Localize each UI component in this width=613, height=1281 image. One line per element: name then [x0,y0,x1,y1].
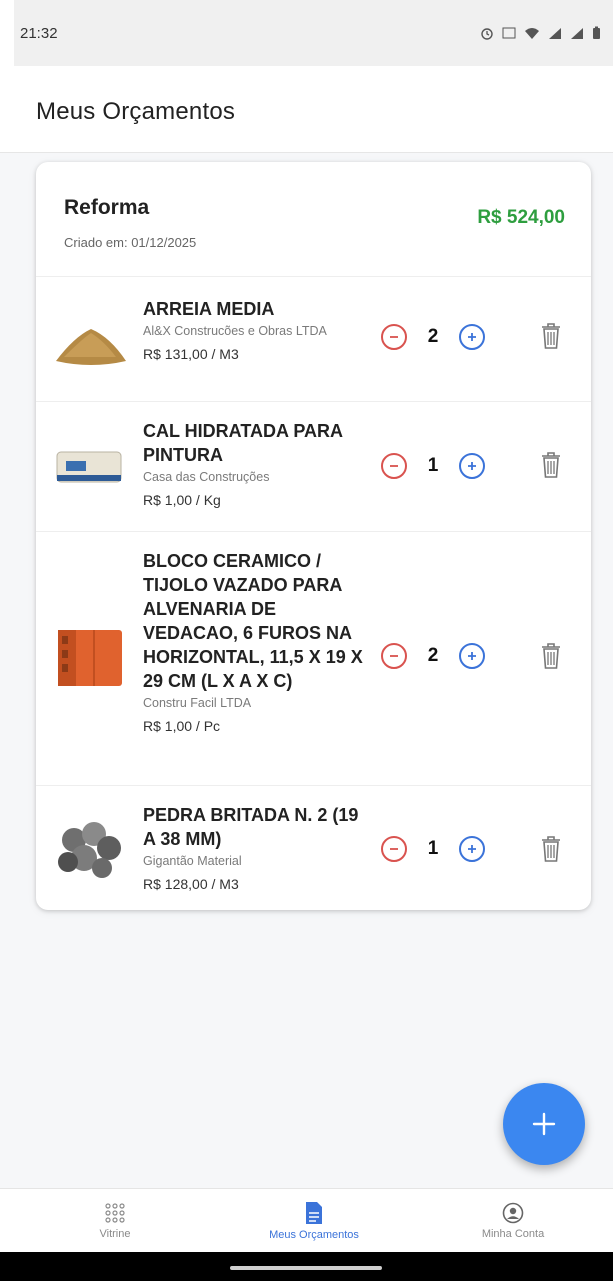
item-price: R$ 128,00 / M3 [143,876,239,892]
item-info: ARREIA MEDIA Al&X Construcões e Obras LT… [143,297,368,364]
quantity-stepper: 2 [381,643,485,669]
lime-bag-image [56,451,122,483]
item-info: CAL HIDRATADA PARA PINTURA Casa das Cons… [143,419,368,510]
nav-label-minha-conta: Minha Conta [481,1228,545,1240]
budget-created-date: Criado em: 01/12/2025 [64,235,197,250]
item-name: BLOCO CERAMICO / TIJOLO VAZADO PARA ALVE… [143,551,363,691]
trash-icon[interactable] [540,835,562,863]
minus-icon [390,848,398,850]
signal-icon-2 [571,27,583,39]
brick-image [58,630,122,686]
gravel-image [58,822,121,878]
increase-button[interactable] [459,324,485,350]
decrease-button[interactable] [381,836,407,862]
home-gesture-handle[interactable] [230,1266,382,1270]
item-price: R$ 1,00 / Pc [143,718,221,734]
item-name: PEDRA BRITADA N. 2 (19 A 38 MM) [143,805,359,849]
list-item: ARREIA MEDIA Al&X Construcões e Obras LT… [36,277,591,402]
quantity-stepper: 1 [381,836,485,862]
plus-icon [468,333,476,341]
document-icon [306,1202,322,1224]
content-area: Reforma Criado em: 01/12/2025 R$ 524,00 … [0,153,613,1193]
item-info: BLOCO CERAMICO / TIJOLO VAZADO PARA ALVE… [143,549,368,736]
item-name: ARREIA MEDIA [143,299,275,319]
minus-icon [390,655,398,657]
plus-icon [468,845,476,853]
system-navigation-bar [0,1252,613,1281]
plus-icon [532,1112,556,1136]
decrease-button[interactable] [381,643,407,669]
plus-icon [468,652,476,660]
wifi-icon [525,27,539,39]
list-item: PEDRA BRITADA N. 2 (19 A 38 MM) Gigantão… [36,786,591,910]
increase-button[interactable] [459,836,485,862]
budget-total: R$ 524,00 [477,207,565,228]
nav-item-minha-conta[interactable]: Minha Conta [433,1189,593,1253]
item-price: R$ 1,00 / Kg [143,492,221,508]
plus-icon [468,462,476,470]
quantity-value: 1 [427,838,439,859]
add-budget-button[interactable] [503,1083,585,1165]
account-circle-icon [502,1202,524,1224]
bottom-nav: Vitrine Meus Orçamentos Minha Conta [0,1188,613,1253]
minus-icon [390,465,398,467]
item-name: CAL HIDRATADA PARA PINTURA [143,421,343,465]
trash-icon[interactable] [540,642,562,670]
budget-card[interactable]: Reforma Criado em: 01/12/2025 R$ 524,00 … [36,162,591,910]
quantity-stepper: 1 [381,453,485,479]
item-seller: Constru Facil LTDA [143,696,252,710]
quantity-stepper: 2 [381,324,485,350]
signal-icon [549,27,561,39]
alarm-icon [481,28,493,40]
item-seller: Al&X Construcões e Obras LTDA [143,324,327,338]
budget-name: Reforma [64,196,150,219]
item-price: R$ 131,00 / M3 [143,346,239,362]
nav-item-meus-orcamentos[interactable]: Meus Orçamentos [234,1189,394,1253]
sand-image [56,329,126,365]
item-info: PEDRA BRITADA N. 2 (19 A 38 MM) Gigantão… [143,803,368,894]
trash-icon[interactable] [540,322,562,350]
page-title: Meus Orçamentos [36,98,236,125]
nav-label-vitrine: Vitrine [99,1228,131,1240]
quantity-value: 2 [427,645,439,666]
increase-button[interactable] [459,643,485,669]
quantity-value: 2 [427,326,439,347]
decrease-button[interactable] [381,453,407,479]
minus-icon [390,336,398,338]
status-icons [480,26,601,40]
status-time: 21:32 [20,24,58,42]
nav-item-vitrine[interactable]: Vitrine [35,1189,195,1253]
nav-label-meus-orcamentos: Meus Orçamentos [269,1229,359,1241]
list-item: CAL HIDRATADA PARA PINTURA Casa das Cons… [36,402,591,532]
item-seller: Gigantão Material [143,854,242,868]
budget-header: Reforma Criado em: 01/12/2025 R$ 524,00 [36,162,591,277]
list-item: BLOCO CERAMICO / TIJOLO VAZADO PARA ALVE… [36,532,591,786]
battery-icon [593,26,600,39]
increase-button[interactable] [459,453,485,479]
trash-icon[interactable] [540,451,562,479]
status-bar: 21:32 [14,0,613,66]
quantity-value: 1 [427,455,439,476]
grid-dots-icon [105,1203,125,1223]
app-header: Meus Orçamentos [0,66,613,153]
volte-icon [502,27,516,39]
decrease-button[interactable] [381,324,407,350]
item-seller: Casa das Construções [143,470,270,484]
